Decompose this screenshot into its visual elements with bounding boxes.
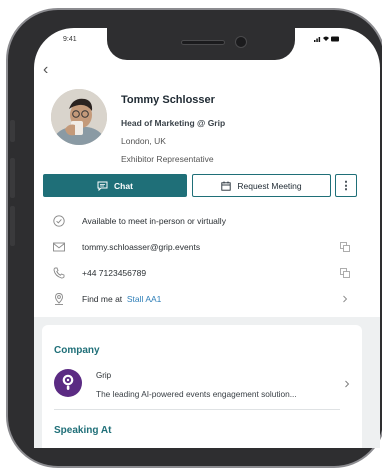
front-camera	[235, 36, 247, 48]
phone-text: +44 7123456789	[82, 268, 147, 278]
mail-icon	[53, 242, 65, 252]
mute-switch	[10, 120, 15, 142]
chat-icon	[97, 181, 108, 191]
company-chevron-right-icon[interactable]	[342, 379, 352, 389]
speaking-at-heading: Speaking At	[54, 425, 112, 436]
company-card: Company Grip The leading AI-powered even…	[42, 325, 362, 448]
profile-role: Exhibitor Representative	[121, 154, 214, 164]
availability-row: Available to meet in-person or virtually	[34, 211, 380, 235]
notch	[107, 28, 295, 60]
status-icons	[314, 35, 340, 45]
check-circle-icon	[53, 215, 65, 227]
chat-button-label: Chat	[114, 180, 133, 191]
more-options-button[interactable]: ⋮	[335, 174, 357, 197]
company-description: The leading AI-powered events engagement…	[96, 389, 297, 399]
phone-row[interactable]: +44 7123456789	[34, 263, 380, 287]
volume-down-button	[10, 206, 15, 246]
avatar	[51, 89, 107, 145]
profile-location: London, UK	[121, 136, 166, 146]
calendar-icon	[221, 181, 232, 191]
stall-link[interactable]: Stall AA1	[127, 294, 162, 304]
email-row[interactable]: tommy.schloasser@grip.events	[34, 237, 380, 261]
find-me-row[interactable]: Find me at Stall AA1	[34, 289, 380, 313]
location-pin-icon	[55, 293, 63, 305]
request-meeting-label: Request Meeting	[237, 180, 302, 191]
profile-name: Tommy Schlosser	[121, 94, 215, 106]
find-me-prefix: Find me at	[82, 294, 123, 304]
request-meeting-button[interactable]: Request Meeting	[192, 174, 331, 197]
profile-photo	[51, 89, 107, 145]
chat-button[interactable]: Chat	[43, 174, 187, 197]
find-me-text: Find me at Stall AA1	[82, 294, 161, 304]
availability-text: Available to meet in-person or virtually	[82, 216, 226, 226]
card-divider	[54, 409, 340, 410]
profile-title: Head of Marketing @ Grip	[121, 118, 226, 128]
speaker	[181, 40, 225, 45]
email-text: tommy.schloasser@grip.events	[82, 242, 201, 252]
copy-email-icon[interactable]	[339, 241, 351, 253]
company-name: Grip	[96, 371, 112, 380]
copy-phone-icon[interactable]	[339, 267, 351, 279]
company-logo	[54, 369, 82, 397]
chevron-right-icon	[343, 295, 348, 303]
back-button[interactable]: ‹	[43, 61, 48, 79]
signal-wifi-battery-icon	[314, 36, 339, 42]
status-time: 9:41	[63, 36, 77, 43]
phone-icon	[53, 267, 65, 279]
company-heading: Company	[54, 345, 100, 356]
phone-screen: 9:41 ‹ Tommy Schlosser Head of Marketing…	[34, 28, 380, 448]
volume-up-button	[10, 158, 15, 198]
grip-logo-icon	[62, 374, 74, 390]
